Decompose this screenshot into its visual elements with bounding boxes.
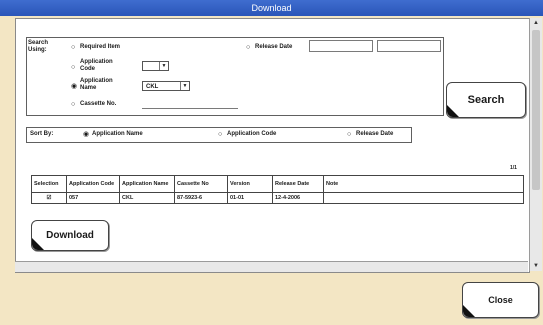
radio-sort-application-code[interactable]: ○	[218, 131, 222, 138]
release-date-to-field[interactable]	[377, 40, 441, 52]
column-header-release-date: Release Date	[272, 175, 324, 193]
download-button[interactable]: Download	[31, 220, 109, 251]
button-corner-icon	[447, 105, 459, 117]
close-button[interactable]: Close	[462, 282, 539, 318]
radio-sort-release-date[interactable]: ○	[347, 131, 351, 138]
selection-checkbox[interactable]: ☑	[31, 192, 67, 204]
radio-release-date[interactable]: ○	[246, 44, 250, 51]
radio-required-item[interactable]: ○	[71, 44, 75, 51]
results-table: Selection Application Code Application N…	[31, 175, 524, 204]
search-using-label: Search Using:	[28, 40, 49, 53]
sort-by-label: Sort By:	[30, 131, 54, 137]
scroll-thumb[interactable]	[532, 30, 540, 190]
cell-note	[323, 192, 524, 204]
cell-version: 01-01	[227, 192, 273, 204]
chevron-down-icon: ▼	[180, 82, 189, 90]
download-button-label: Download	[46, 230, 94, 241]
column-header-version: Version	[227, 175, 273, 193]
radio-application-name[interactable]: ◉	[71, 83, 77, 90]
release-date-label: Release Date	[255, 44, 293, 50]
cell-application-name: CKL	[119, 192, 175, 204]
close-button-label: Close	[488, 295, 513, 305]
result-count: 1/1	[510, 165, 517, 171]
sort-release-date-label: Release Date	[356, 131, 394, 137]
release-date-from-field[interactable]	[309, 40, 373, 52]
search-button-label: Search	[467, 94, 505, 106]
search-button[interactable]: Search	[446, 82, 526, 118]
application-name-value: CKL	[146, 84, 159, 90]
sort-application-name-label: Application Name	[92, 131, 143, 137]
column-header-selection: Selection	[31, 175, 67, 193]
column-header-application-name: Application Name	[119, 175, 175, 193]
radio-application-code[interactable]: ○	[71, 64, 75, 71]
required-item-label: Required Item	[80, 44, 121, 50]
cell-application-code: 057	[66, 192, 120, 204]
cassette-no-label: Cassette No.	[80, 101, 117, 107]
table-row[interactable]: ☑ 057 CKL 87-5923-6 01-01 12-4-2006	[31, 192, 524, 204]
button-corner-icon	[32, 238, 44, 250]
cassette-no-field[interactable]	[142, 98, 238, 109]
radio-cassette-no[interactable]: ○	[71, 101, 75, 108]
cell-release-date: 12-4-2006	[272, 192, 324, 204]
column-header-note: Note	[323, 175, 524, 193]
application-name-select[interactable]: CKL ▼	[142, 81, 190, 91]
table-header-row: Selection Application Code Application N…	[31, 175, 524, 193]
column-header-cassette-no: Cassette No	[174, 175, 228, 193]
application-code-select[interactable]: ▼	[142, 61, 169, 71]
application-code-label: Application Code	[80, 59, 113, 72]
sort-application-code-label: Application Code	[227, 131, 277, 137]
scroll-up-icon[interactable]: ▲	[530, 18, 542, 28]
application-name-label: Application Name	[80, 78, 113, 91]
window-title: Download	[0, 0, 543, 16]
chevron-down-icon: ▼	[159, 62, 168, 70]
button-corner-icon	[463, 305, 475, 317]
cell-cassette-no: 87-5923-6	[174, 192, 228, 204]
radio-sort-application-name[interactable]: ◉	[83, 131, 89, 138]
vertical-scrollbar[interactable]: ▲ ▼	[529, 18, 542, 271]
scroll-down-icon[interactable]: ▼	[530, 261, 542, 271]
horizontal-scrollbar[interactable]	[15, 261, 528, 272]
column-header-application-code: Application Code	[66, 175, 120, 193]
